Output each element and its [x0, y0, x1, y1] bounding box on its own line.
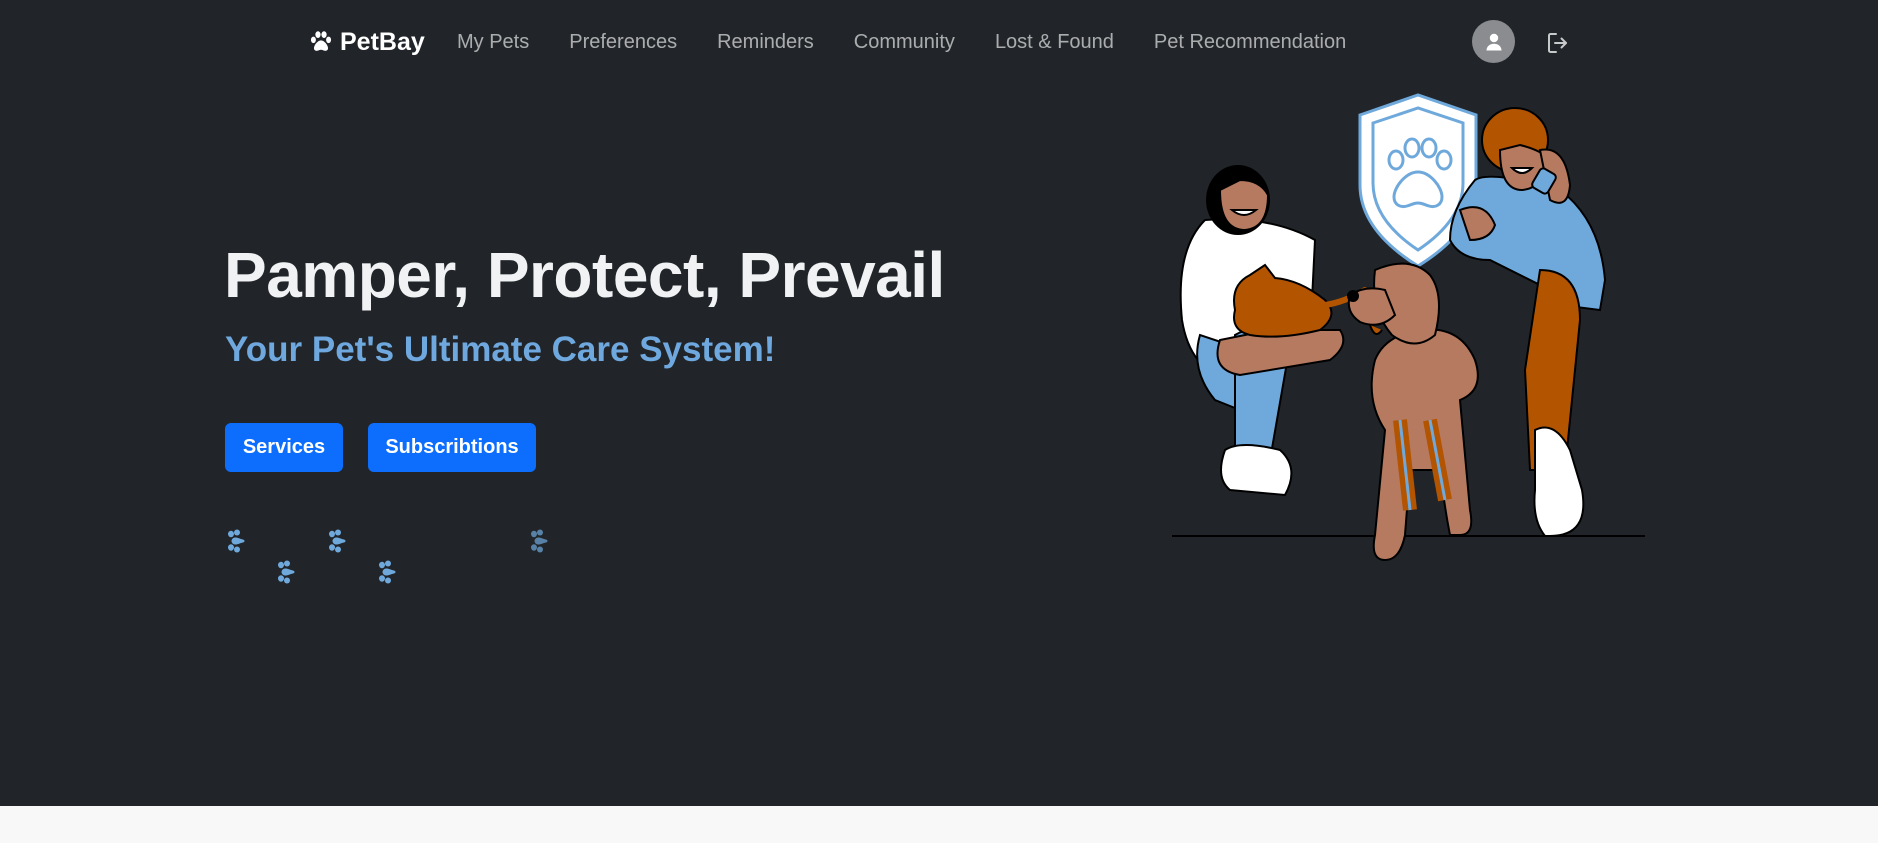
nav-pet-recommendation[interactable]: Pet Recommendation	[1134, 28, 1366, 56]
nav-preferences[interactable]: Preferences	[549, 28, 697, 56]
hero-title: Pamper, Protect, Prevail	[224, 239, 945, 311]
subscriptions-button[interactable]: Subscribtions	[368, 423, 536, 472]
brand-name: PetBay	[340, 27, 425, 56]
dog-figure	[1347, 262, 1479, 562]
woman-figure	[1179, 165, 1368, 497]
nav-links: My Pets Preferences Reminders Community …	[440, 28, 1366, 56]
paw-icon	[310, 31, 332, 51]
paw-print-icon	[228, 529, 245, 553]
hero-illustration	[1172, 93, 1645, 562]
nav-my-pets[interactable]: My Pets	[440, 28, 549, 56]
navbar: PetBay My Pets Preferences Reminders Com…	[0, 0, 1878, 84]
paw-print-icon	[329, 529, 346, 553]
hero-subtitle: Your Pet's Ultimate Care System!	[225, 330, 776, 369]
paw-print-icon	[531, 529, 548, 553]
nav-reminders[interactable]: Reminders	[697, 28, 834, 56]
logout-icon[interactable]	[1545, 30, 1571, 56]
paw-print-icon	[278, 560, 295, 584]
user-icon	[1486, 33, 1501, 50]
services-button[interactable]: Services	[225, 423, 343, 472]
footer-section	[0, 806, 1878, 843]
brand-link[interactable]: PetBay	[308, 24, 425, 60]
nav-community[interactable]: Community	[834, 28, 975, 56]
user-avatar-button[interactable]	[1472, 20, 1515, 63]
nav-lost-found[interactable]: Lost & Found	[975, 28, 1134, 56]
paw-print-icon	[379, 560, 396, 584]
